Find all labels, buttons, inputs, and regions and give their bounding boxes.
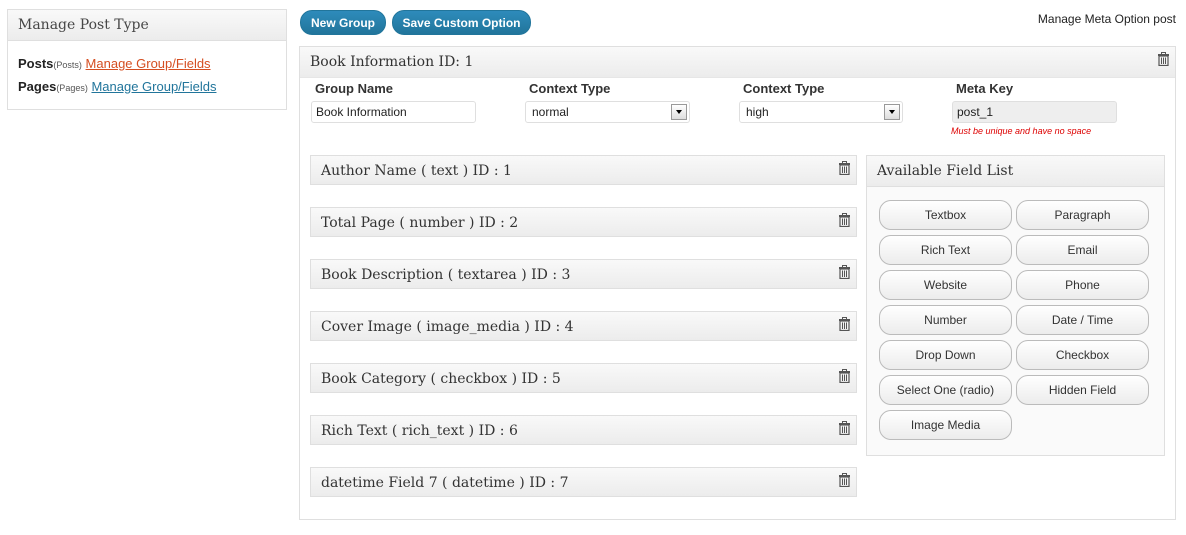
group-title: Book Information ID: 1 bbox=[300, 47, 1175, 78]
context-type-select[interactable]: normal bbox=[525, 101, 690, 123]
add-rich-text-button[interactable]: Rich Text bbox=[879, 235, 1012, 265]
priority-type-select[interactable]: high bbox=[739, 101, 903, 123]
trash-icon[interactable] bbox=[838, 421, 851, 435]
meta-key-warning: Must be unique and have no space bbox=[951, 126, 1092, 136]
post-type-slug: (Posts) bbox=[53, 60, 82, 70]
trash-icon[interactable] bbox=[838, 213, 851, 227]
field-title: Book Category ( checkbox ) ID : 5 bbox=[321, 371, 561, 387]
add-date-time-button[interactable]: Date / Time bbox=[1016, 305, 1149, 335]
add-select-one-radio-button[interactable]: Select One (radio) bbox=[879, 375, 1012, 405]
group-name-input[interactable]: Book Information bbox=[311, 101, 476, 123]
field-row[interactable]: Total Page ( number ) ID : 2 bbox=[310, 207, 857, 237]
add-email-button[interactable]: Email bbox=[1016, 235, 1149, 265]
context-type-label: Context Type bbox=[529, 81, 611, 96]
field-row[interactable]: Cover Image ( image_media ) ID : 4 bbox=[310, 311, 857, 341]
trash-icon[interactable] bbox=[838, 265, 851, 279]
field-title: Book Description ( textarea ) ID : 3 bbox=[321, 267, 571, 283]
field-row[interactable]: Book Category ( checkbox ) ID : 5 bbox=[310, 363, 857, 393]
trash-icon[interactable] bbox=[838, 369, 851, 383]
post-type-slug: (Pages) bbox=[56, 83, 88, 93]
manage-group-fields-link-posts[interactable]: Manage Group/Fields bbox=[86, 56, 211, 71]
save-custom-option-button[interactable]: Save Custom Option bbox=[392, 10, 531, 35]
trash-icon[interactable] bbox=[838, 317, 851, 331]
meta-key-input[interactable]: post_1 bbox=[952, 101, 1117, 123]
add-number-button[interactable]: Number bbox=[879, 305, 1012, 335]
field-title: Rich Text ( rich_text ) ID : 6 bbox=[321, 423, 518, 439]
priority-type-value: high bbox=[746, 105, 769, 119]
field-title: Cover Image ( image_media ) ID : 4 bbox=[321, 319, 574, 335]
manage-post-type-box: Manage Post Type Posts(Posts) Manage Gro… bbox=[7, 9, 287, 110]
context-type-value: normal bbox=[532, 105, 569, 119]
add-phone-button[interactable]: Phone bbox=[1016, 270, 1149, 300]
trash-icon[interactable] bbox=[838, 161, 851, 175]
field-title: Author Name ( text ) ID : 1 bbox=[321, 163, 512, 179]
priority-type-label: Context Type bbox=[743, 81, 825, 96]
chevron-down-icon[interactable] bbox=[884, 104, 900, 120]
chevron-down-icon[interactable] bbox=[671, 104, 687, 120]
add-textbox-button[interactable]: Textbox bbox=[879, 200, 1012, 230]
field-row[interactable]: Rich Text ( rich_text ) ID : 6 bbox=[310, 415, 857, 445]
post-type-row-posts: Posts(Posts) Manage Group/Fields bbox=[8, 53, 286, 76]
manage-post-type-title: Manage Post Type bbox=[8, 10, 286, 41]
add-image-media-button[interactable]: Image Media bbox=[879, 410, 1012, 440]
meta-key-label: Meta Key bbox=[956, 81, 1014, 96]
page-title: Manage Meta Option post bbox=[1037, 12, 1176, 26]
new-group-button[interactable]: New Group bbox=[300, 10, 386, 35]
trash-icon[interactable] bbox=[1157, 52, 1170, 66]
add-drop-down-button[interactable]: Drop Down bbox=[879, 340, 1012, 370]
post-type-row-pages: Pages(Pages) Manage Group/Fields bbox=[8, 76, 286, 99]
field-title: Total Page ( number ) ID : 2 bbox=[321, 215, 519, 231]
group-name-label: Group Name bbox=[315, 81, 394, 96]
field-row[interactable]: Author Name ( text ) ID : 1 bbox=[310, 155, 857, 185]
add-website-button[interactable]: Website bbox=[879, 270, 1012, 300]
add-checkbox-button[interactable]: Checkbox bbox=[1016, 340, 1149, 370]
post-type-name: Posts bbox=[18, 56, 54, 71]
field-title: datetime Field 7 ( datetime ) ID : 7 bbox=[321, 475, 569, 491]
manage-group-fields-link-pages[interactable]: Manage Group/Fields bbox=[91, 79, 216, 94]
post-type-name: Pages bbox=[18, 79, 57, 94]
trash-icon[interactable] bbox=[838, 473, 851, 487]
available-field-list-title: Available Field List bbox=[867, 156, 1164, 187]
field-row[interactable]: datetime Field 7 ( datetime ) ID : 7 bbox=[310, 467, 857, 497]
add-hidden-field-button[interactable]: Hidden Field bbox=[1016, 375, 1149, 405]
field-row[interactable]: Book Description ( textarea ) ID : 3 bbox=[310, 259, 857, 289]
add-paragraph-button[interactable]: Paragraph bbox=[1016, 200, 1149, 230]
